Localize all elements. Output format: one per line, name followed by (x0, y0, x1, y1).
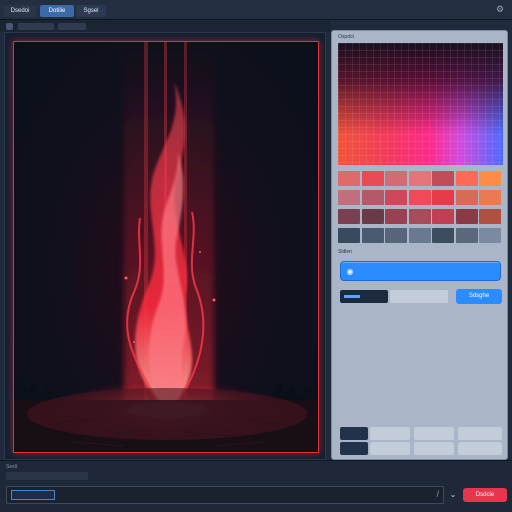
toolbar-chip[interactable] (18, 23, 54, 30)
color-panel: Ospdct Sldlen ◉ Sdsghe (331, 30, 508, 460)
tab-dotilie[interactable]: Dotilie (40, 5, 74, 17)
slider-fill (344, 295, 360, 298)
command-input-token[interactable] (11, 490, 55, 500)
opacity-slider[interactable] (340, 290, 388, 303)
top-bar: Dsedoi Dotilie Sgsel ⚙ (0, 0, 512, 20)
mini-control[interactable] (340, 427, 368, 440)
color-swatch[interactable] (408, 209, 431, 224)
flame-canvas[interactable] (13, 41, 319, 453)
gear-icon[interactable]: ⚙ (495, 4, 505, 14)
color-swatch[interactable] (361, 171, 384, 186)
mini-control[interactable] (458, 427, 502, 440)
bottom-bar: Seslt / ⌄ Dsdcle (0, 460, 512, 512)
color-swatch[interactable] (455, 171, 478, 186)
swatch-grid (338, 171, 503, 245)
color-swatch[interactable] (361, 190, 384, 205)
toolbar-handle-icon[interactable] (6, 23, 13, 30)
color-gradient-picker[interactable] (338, 43, 503, 165)
color-swatch[interactable] (479, 209, 501, 224)
color-swatch[interactable] (338, 228, 360, 243)
canvas-frame (4, 32, 326, 460)
bottom-tabs[interactable] (6, 472, 88, 480)
tab-dsedoi[interactable]: Dsedoi (4, 5, 36, 17)
bottom-label: Seslt (6, 464, 18, 470)
mini-control[interactable] (370, 442, 410, 455)
color-swatch[interactable] (385, 228, 407, 243)
mini-control[interactable] (414, 427, 454, 440)
color-swatch[interactable] (338, 190, 360, 205)
tab-sgsel[interactable]: Sgsel (76, 5, 106, 17)
toolbar-chip[interactable] (58, 23, 86, 30)
panel-title: Ospdct (338, 34, 354, 40)
color-swatch[interactable] (432, 171, 454, 186)
swatch-icon: ◉ (346, 267, 354, 276)
color-swatch[interactable] (338, 209, 360, 224)
color-swatch[interactable] (455, 209, 478, 224)
apply-button[interactable]: Sdsghe (456, 289, 502, 304)
color-swatch[interactable] (455, 228, 478, 243)
chevron-down-icon[interactable]: ⌄ (446, 486, 460, 504)
color-swatch[interactable] (385, 209, 407, 224)
toolbar-strip (0, 20, 330, 32)
mini-control[interactable] (414, 442, 454, 455)
color-value-input[interactable]: ◉ (340, 261, 501, 281)
command-input[interactable]: / (6, 486, 444, 504)
color-swatch[interactable] (455, 190, 478, 205)
color-swatch[interactable] (385, 171, 407, 186)
color-swatch[interactable] (479, 228, 501, 243)
color-swatch[interactable] (432, 209, 454, 224)
color-swatch[interactable] (408, 171, 431, 186)
color-swatch[interactable] (385, 190, 407, 205)
color-swatch[interactable] (479, 171, 501, 186)
flame-artwork (14, 42, 318, 452)
mini-control[interactable] (370, 427, 410, 440)
color-swatch[interactable] (338, 171, 360, 186)
color-swatch[interactable] (361, 228, 384, 243)
section-label: Sldlen (338, 249, 352, 255)
value-slider[interactable] (390, 290, 448, 303)
slash-icon: / (436, 489, 439, 499)
mini-control[interactable] (340, 442, 368, 455)
color-swatch[interactable] (432, 228, 454, 243)
color-swatch[interactable] (432, 190, 454, 205)
color-swatch[interactable] (408, 190, 431, 205)
color-swatch[interactable] (361, 209, 384, 224)
color-swatch[interactable] (408, 228, 431, 243)
mini-control[interactable] (458, 442, 502, 455)
submit-button[interactable]: Dsdcle (463, 488, 507, 502)
color-swatch[interactable] (479, 190, 501, 205)
